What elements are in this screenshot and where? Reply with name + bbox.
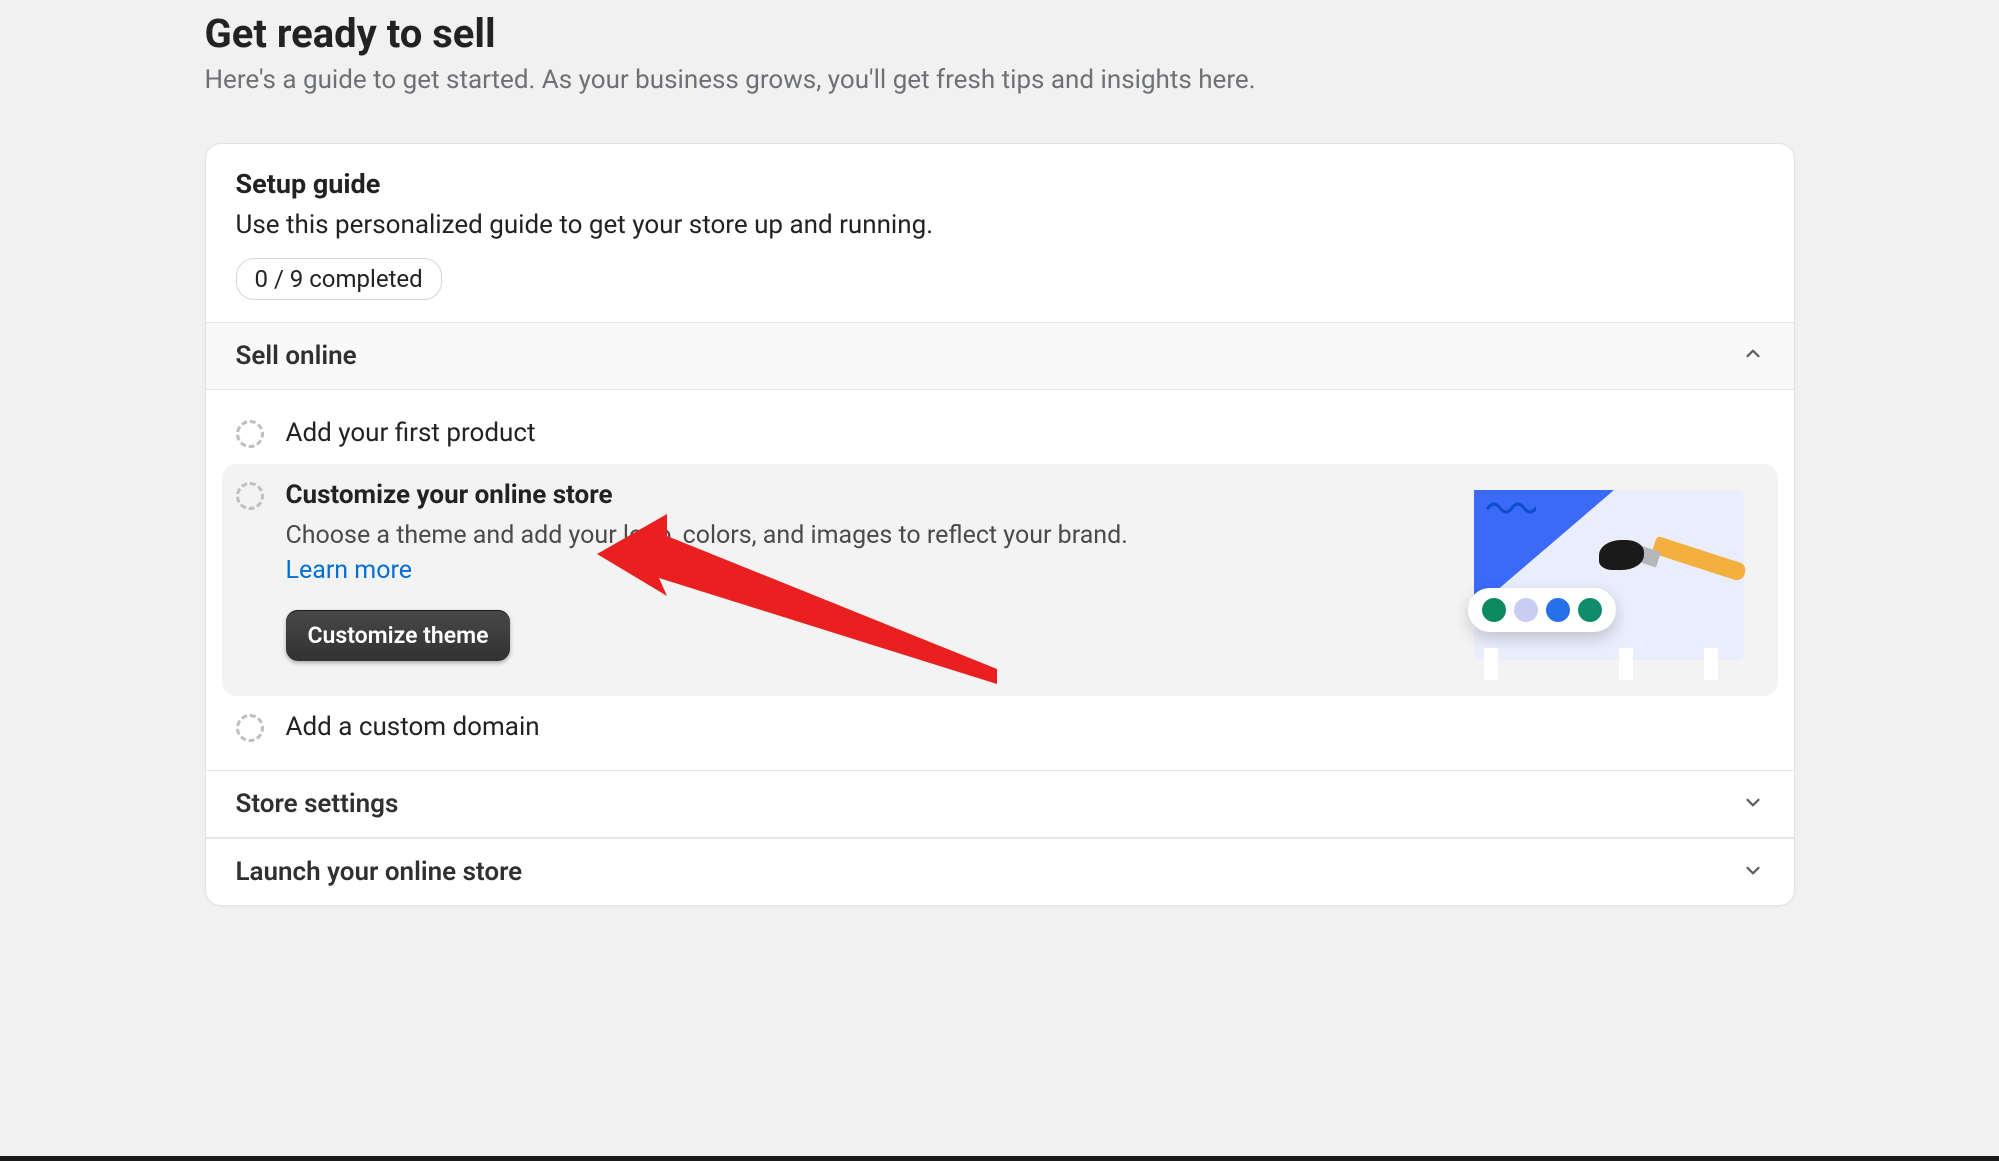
incomplete-circle-icon — [236, 714, 264, 742]
card-header: Setup guide Use this personalized guide … — [206, 144, 1794, 322]
task-customize-title: Customize your online store — [286, 480, 1166, 510]
learn-more-link[interactable]: Learn more — [286, 556, 412, 585]
task-customize-content: Customize your online store Choose a the… — [286, 480, 1166, 661]
palette-dot-4 — [1578, 598, 1602, 622]
palette-dot-1 — [1482, 598, 1506, 622]
section-sell-online-title: Sell online — [236, 341, 357, 371]
section-launch-title: Launch your online store — [236, 857, 523, 887]
palette-dot-3 — [1546, 598, 1570, 622]
page-title: Get ready to sell — [205, 10, 1795, 57]
task-customize-desc-text: Choose a theme and add your logo, colors… — [286, 521, 1128, 550]
task-add-product[interactable]: Add your first product — [222, 402, 1778, 464]
brush-tip-icon — [1599, 540, 1644, 570]
task-add-domain[interactable]: Add a custom domain — [222, 696, 1778, 758]
section-sell-online-header[interactable]: Sell online — [206, 322, 1794, 390]
customize-theme-button[interactable]: Customize theme — [286, 610, 511, 661]
chevron-up-icon — [1742, 343, 1764, 369]
section-sell-online-body: Add your first product Customize your on… — [206, 390, 1794, 770]
incomplete-circle-icon — [236, 482, 264, 510]
setup-guide-card: Setup guide Use this personalized guide … — [205, 143, 1795, 906]
section-store-settings-header[interactable]: Store settings — [206, 770, 1794, 838]
chevron-down-icon — [1742, 859, 1764, 885]
setup-guide-title: Setup guide — [236, 168, 1764, 200]
task-customize-desc: Choose a theme and add your logo, colors… — [286, 518, 1166, 588]
task-add-domain-title: Add a custom domain — [286, 712, 540, 742]
palette-dot-2 — [1514, 598, 1538, 622]
setup-guide-subtitle: Use this personalized guide to get your … — [236, 210, 1764, 240]
section-store-settings-title: Store settings — [236, 789, 399, 819]
task-customize-store[interactable]: Customize your online store Choose a the… — [222, 464, 1778, 696]
bottom-border — [0, 1156, 1999, 1161]
task-add-product-title: Add your first product — [286, 418, 536, 448]
progress-pill: 0 / 9 completed — [236, 258, 442, 300]
page-subtitle: Here's a guide to get started. As your b… — [205, 65, 1795, 95]
color-palette — [1468, 588, 1616, 632]
chevron-down-icon — [1742, 791, 1764, 817]
wave-icon — [1486, 500, 1536, 514]
section-launch-header[interactable]: Launch your online store — [206, 838, 1794, 905]
customize-illustration — [1464, 480, 1754, 680]
incomplete-circle-icon — [236, 420, 264, 448]
